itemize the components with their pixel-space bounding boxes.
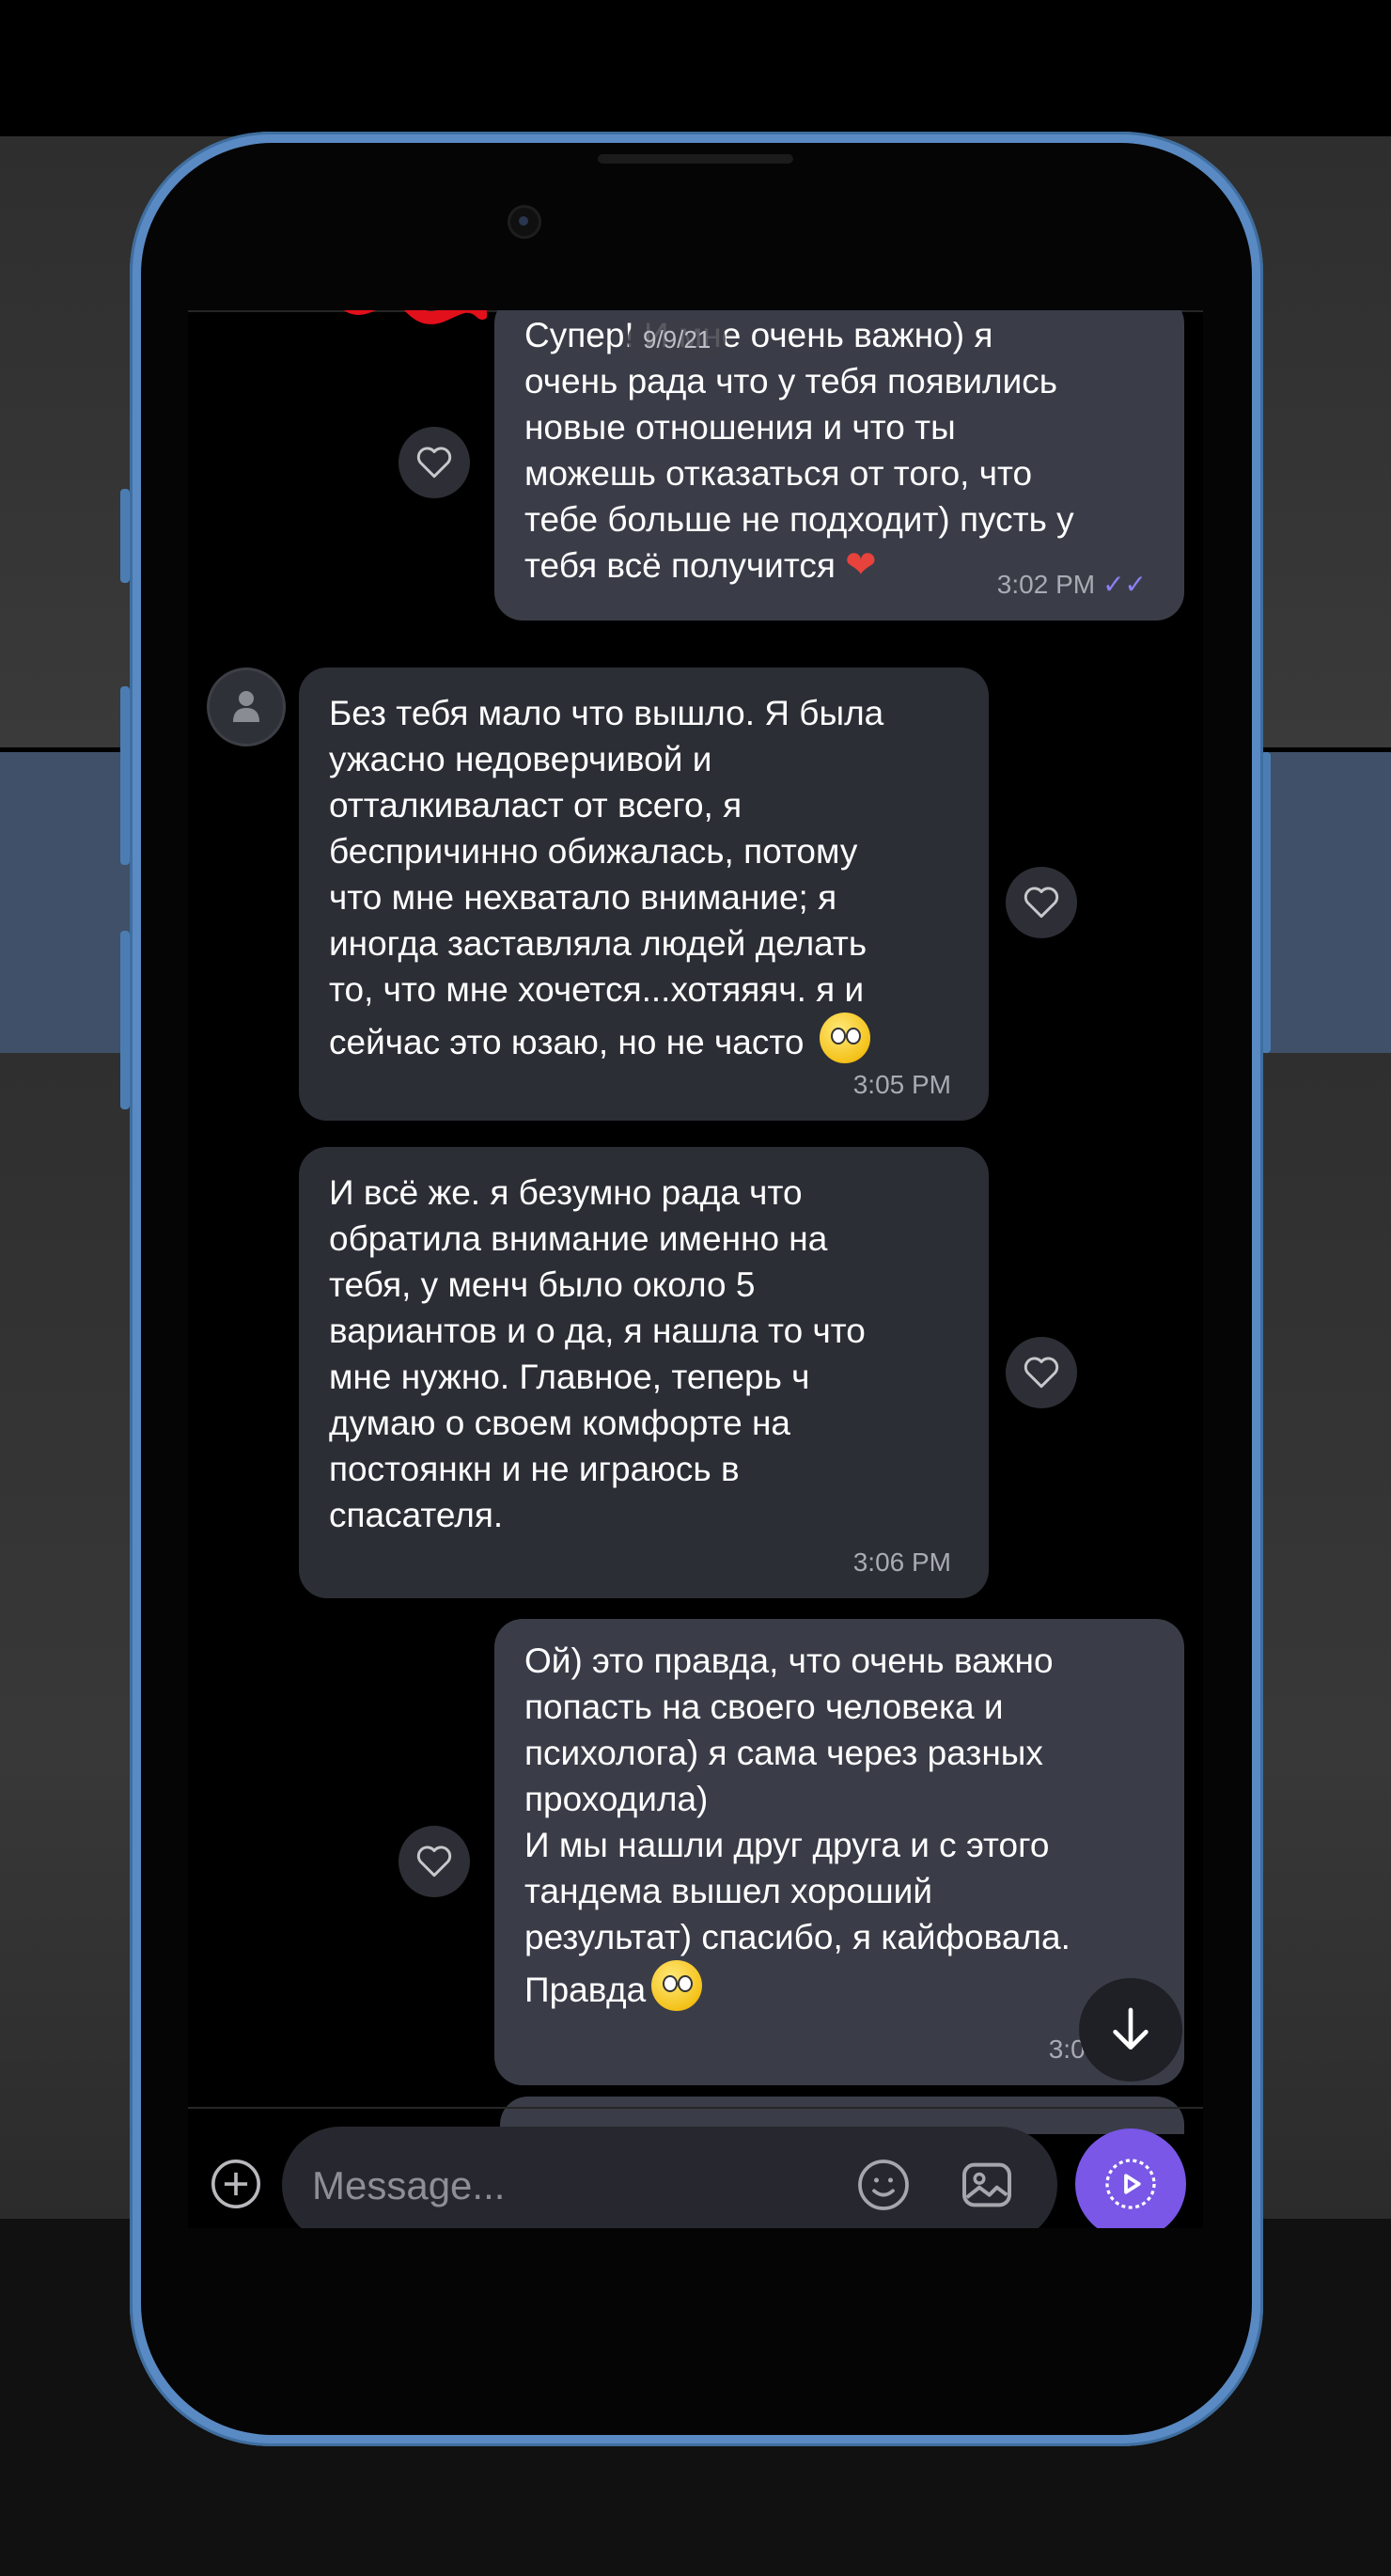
heart-outline-icon: [416, 1846, 452, 1877]
message-text: И всё же. я безумно рада что обратила вн…: [329, 1173, 866, 1534]
heart-outline-icon: [1024, 887, 1059, 919]
like-button[interactable]: [399, 1826, 470, 1897]
message-bubble-incoming[interactable]: Без тебя мало что вышло. Я была ужасно н…: [299, 668, 989, 1121]
chat-screen: Супер! И мне очень важно) я очень рада ч…: [188, 310, 1203, 2228]
message-time: 3:05 PM: [852, 1070, 951, 1099]
message-input[interactable]: [310, 2155, 840, 2217]
heart-outline-icon: [1024, 1357, 1059, 1389]
plus-circle-icon: [211, 2160, 260, 2208]
smiling-face-emoji: [651, 1960, 703, 2011]
heart-outline-icon: [416, 447, 452, 479]
scroll-to-bottom-button[interactable]: [1079, 1978, 1182, 2081]
volume-down-button: [120, 931, 130, 1109]
emoji-button[interactable]: [855, 2157, 912, 2213]
message-text: Без тебя мало что вышло. Я была ужасно н…: [329, 694, 884, 1063]
smiley-icon: [858, 2160, 909, 2210]
composer-divider: [188, 2107, 1203, 2109]
volume-up-button: [120, 686, 130, 865]
redacted-name-scribble: [343, 310, 487, 324]
message-time: 3:06 PM: [852, 1547, 951, 1577]
front-camera: [508, 205, 541, 239]
avatar[interactable]: [207, 668, 286, 746]
message-composer: [282, 2127, 1057, 2228]
like-button[interactable]: [399, 427, 470, 498]
earpiece-speaker: [598, 154, 793, 164]
mute-switch: [120, 489, 130, 583]
smiling-face-emoji: [819, 1013, 870, 1063]
read-receipt-icon: ✓✓: [1102, 570, 1147, 599]
message-text: Ой) это правда, что очень важно попасть …: [524, 1641, 1071, 2011]
date-separator: 9/9/21: [628, 322, 727, 358]
play-circle-icon: [1105, 2159, 1156, 2209]
message-text: Супер! И мне очень важно) я очень рада ч…: [524, 316, 1074, 586]
like-button[interactable]: [1006, 867, 1077, 938]
voice-message-button[interactable]: [1075, 2128, 1186, 2228]
arrow-down-icon: [1113, 2007, 1149, 2050]
image-icon: [962, 2162, 1011, 2207]
message-bubble-incoming[interactable]: И всё же. я безумно рада что обратила вн…: [299, 1147, 989, 1598]
user-silhouette-icon: [233, 691, 259, 722]
gallery-button[interactable]: [957, 2155, 1017, 2215]
message-bubble-outgoing[interactable]: Супер! И мне очень важно) я очень рада ч…: [494, 310, 1184, 620]
red-heart-emoji: ❤: [845, 544, 877, 586]
message-time: 3:02 PM ✓✓: [996, 570, 1147, 599]
attach-button[interactable]: [209, 2157, 263, 2211]
like-button[interactable]: [1006, 1337, 1077, 1408]
